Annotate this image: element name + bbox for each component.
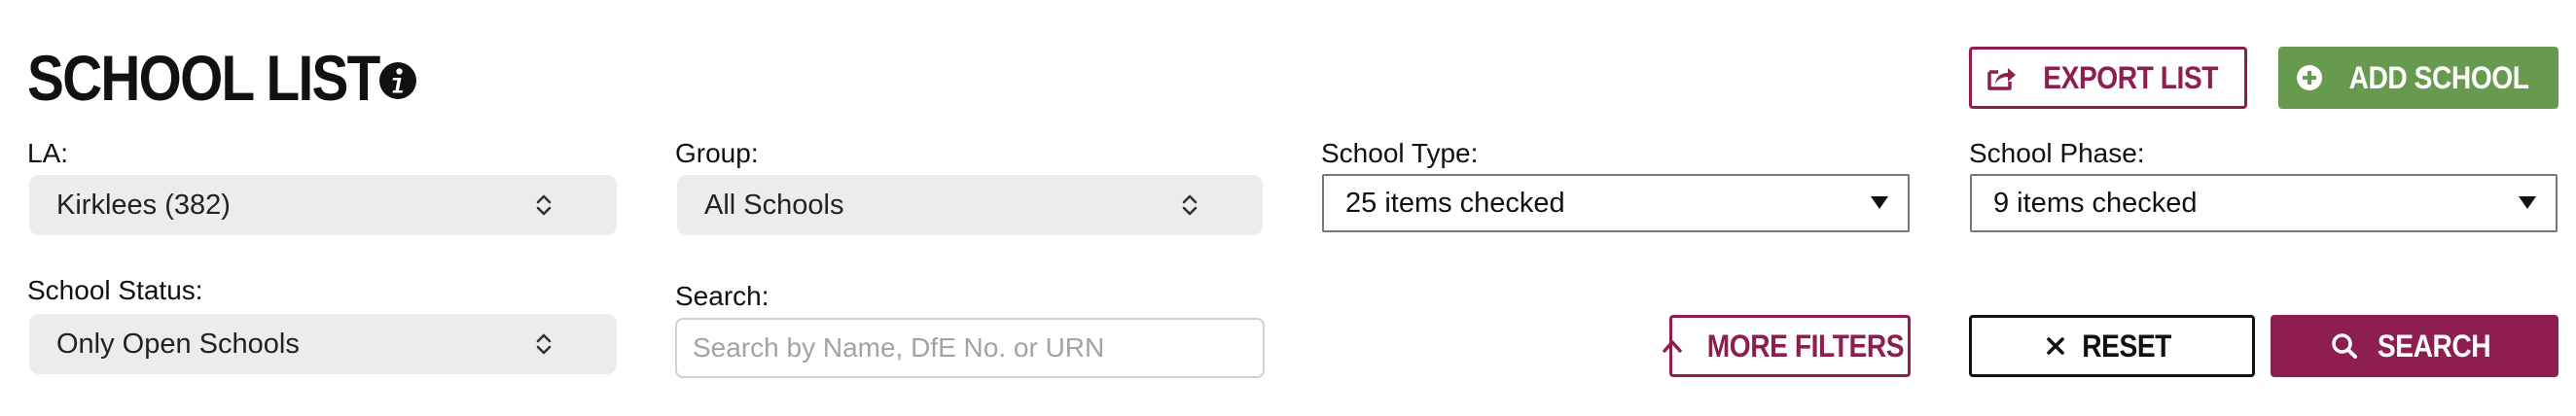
school-phase-dropdown[interactable]: 9 items checked	[1970, 174, 2558, 232]
school-status-label: School Status:	[27, 275, 203, 305]
la-select-value: Kirklees (382)	[56, 189, 231, 221]
export-icon	[1987, 68, 2016, 90]
chevron-up-icon	[1663, 340, 1682, 353]
info-icon[interactable]	[379, 62, 416, 99]
close-icon	[2047, 337, 2064, 355]
group-select-value: All Schools	[704, 189, 844, 221]
more-filters-label: MORE FILTERS	[1706, 328, 1905, 364]
search-icon	[2332, 333, 2357, 359]
caret-down-icon	[2519, 196, 2536, 209]
page-title: SCHOOL LIST	[27, 42, 380, 114]
search-button-label: SEARCH	[2377, 328, 2491, 364]
export-list-button[interactable]: EXPORT LIST	[1969, 47, 2247, 109]
group-select[interactable]: All Schools	[677, 175, 1263, 235]
search-input[interactable]	[675, 318, 1265, 378]
la-label: LA:	[27, 138, 69, 168]
school-status-select[interactable]: Only Open Schools	[29, 314, 617, 374]
caret-down-icon	[1871, 196, 1888, 209]
search-label: Search:	[675, 281, 769, 311]
plus-circle-icon	[2296, 65, 2322, 90]
la-select[interactable]: Kirklees (382)	[29, 175, 617, 235]
up-down-chevron-icon	[1182, 194, 1198, 216]
group-label: Group:	[675, 138, 759, 168]
reset-label: RESET	[2082, 328, 2171, 364]
add-school-label: ADD SCHOOL	[2348, 59, 2529, 95]
school-phase-label: School Phase:	[1969, 138, 2145, 168]
school-phase-value: 9 items checked	[1993, 187, 2198, 219]
export-list-label: EXPORT LIST	[2043, 59, 2218, 95]
add-school-button[interactable]: ADD SCHOOL	[2278, 47, 2558, 109]
school-type-value: 25 items checked	[1345, 187, 1565, 219]
up-down-chevron-icon	[536, 194, 552, 216]
reset-button[interactable]: RESET	[1969, 315, 2255, 377]
school-type-label: School Type:	[1321, 138, 1479, 168]
up-down-chevron-icon	[536, 333, 552, 355]
school-type-dropdown[interactable]: 25 items checked	[1322, 174, 1910, 232]
more-filters-button[interactable]: MORE FILTERS	[1663, 315, 1911, 377]
search-button[interactable]: SEARCH	[2271, 315, 2558, 377]
school-status-value: Only Open Schools	[56, 328, 300, 360]
